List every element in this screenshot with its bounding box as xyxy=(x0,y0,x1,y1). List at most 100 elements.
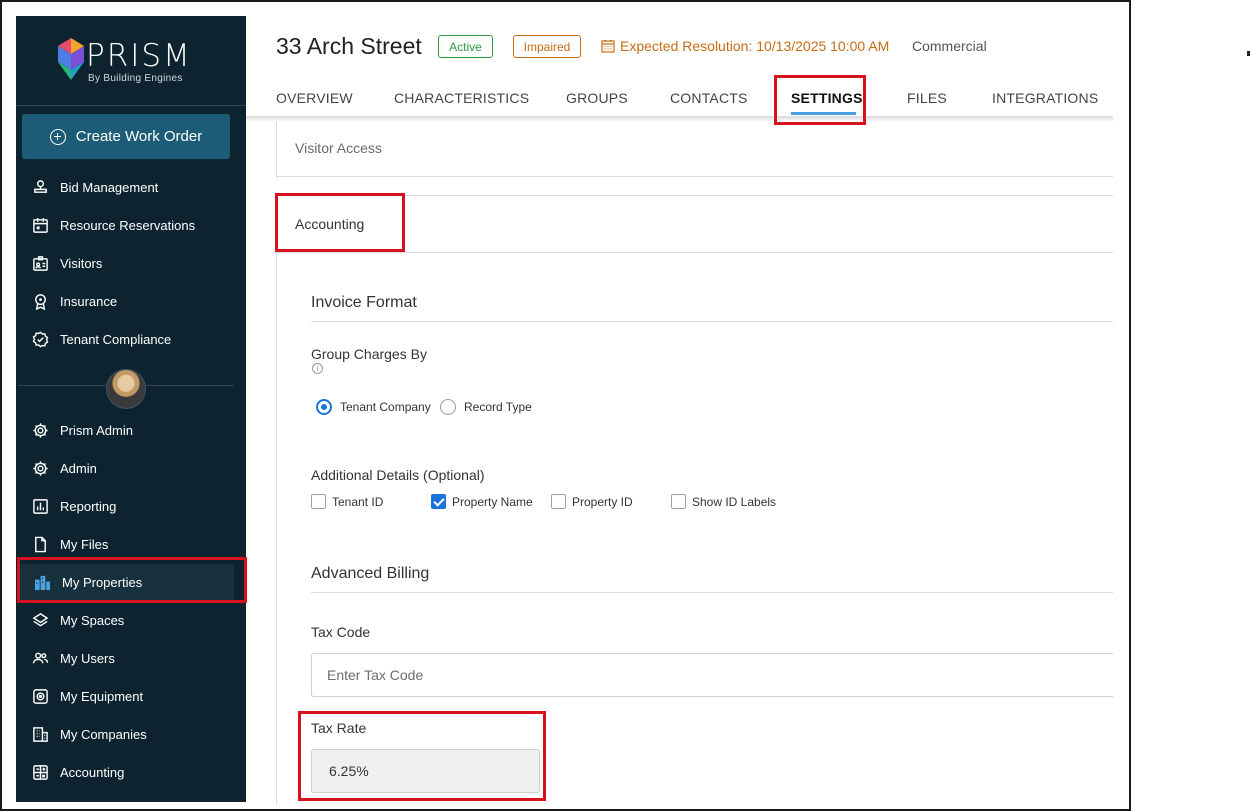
user-avatar[interactable] xyxy=(106,369,146,409)
sidebar-item-tenant-compliance[interactable]: Tenant Compliance xyxy=(16,321,246,357)
checkbox-label: Property Name xyxy=(452,495,533,509)
expected-resolution-text: Expected Resolution: 10/13/2025 10:00 AM xyxy=(620,38,890,54)
sidebar-item-label: Tenant Compliance xyxy=(60,331,172,347)
checkbox-property-name[interactable] xyxy=(431,494,446,509)
sidebar-item-label: Admin xyxy=(60,460,97,476)
sidebar-item-label: My Files xyxy=(60,536,109,552)
tab-settings[interactable]: SETTINGS xyxy=(791,90,863,106)
tax-code-label: Tax Code xyxy=(311,624,371,640)
radio-tenant-company[interactable] xyxy=(316,399,332,415)
create-work-order-button[interactable]: Create Work Order xyxy=(22,114,230,159)
info-icon[interactable]: i xyxy=(312,363,323,374)
checkbox-tenant-id[interactable] xyxy=(311,494,326,509)
sidebar-item-label: Visitors xyxy=(60,255,103,271)
buildings-icon xyxy=(34,575,51,590)
sidebar-item-label: My Spaces xyxy=(60,612,125,628)
active-tab-indicator xyxy=(791,112,856,115)
award-icon xyxy=(35,293,46,310)
additional-details-label: Additional Details (Optional) xyxy=(311,467,485,483)
sidebar-item-label: Resource Reservations xyxy=(60,217,196,233)
tax-rate-label: Tax Rate xyxy=(311,720,367,736)
sidebar-item-label: My Properties xyxy=(62,574,143,590)
logo-wordmark: PRISM xyxy=(86,38,192,74)
sidebar-item-visitors[interactable]: Visitors xyxy=(16,245,246,281)
checkbox-label: Show ID Labels xyxy=(692,495,777,509)
sidebar-item-my-properties[interactable]: My Properties xyxy=(18,564,234,600)
tab-characteristics[interactable]: CHARACTERISTICS xyxy=(394,90,529,106)
layers-icon xyxy=(32,612,49,627)
sidebar-item-label: Insurance xyxy=(60,293,118,309)
divider xyxy=(276,176,1113,177)
calculator-icon xyxy=(33,764,48,780)
accounting-section-header[interactable]: Accounting xyxy=(295,216,364,232)
checkbox-label: Property ID xyxy=(572,495,633,509)
app-window: PRISM By Building Engines Create Work Or… xyxy=(0,0,1131,811)
equipment-icon xyxy=(33,688,48,704)
plus-circle-icon xyxy=(49,128,66,145)
sidebar-item-prism-admin[interactable]: Prism Admin xyxy=(16,412,246,448)
tab-groups[interactable]: GROUPS xyxy=(566,90,628,106)
divider xyxy=(276,195,1113,196)
stray-mark xyxy=(1247,51,1250,56)
tab-bar-shadow xyxy=(246,116,1113,122)
create-work-order-label: Create Work Order xyxy=(75,128,203,145)
logo-tagline: By Building Engines xyxy=(88,73,183,84)
sidebar-item-my-users[interactable]: My Users xyxy=(16,640,246,676)
checkbox-property-id[interactable] xyxy=(551,494,566,509)
sidebar-item-my-files[interactable]: My Files xyxy=(16,526,246,562)
sidebar-item-my-spaces[interactable]: My Spaces xyxy=(16,602,246,638)
status-badge-impaired: Impaired xyxy=(513,35,581,58)
radio-label: Record Type xyxy=(464,400,532,414)
section-border xyxy=(276,195,277,805)
checkbox-show-id-labels[interactable] xyxy=(671,494,686,509)
tab-contacts[interactable]: CONTACTS xyxy=(670,90,748,106)
radio-label: Tenant Company xyxy=(340,400,431,414)
tax-code-input[interactable] xyxy=(311,653,1113,697)
verified-icon xyxy=(32,331,49,347)
office-icon xyxy=(33,726,48,742)
id-badge-icon xyxy=(33,255,48,271)
sidebar-item-label: Reporting xyxy=(60,498,117,514)
divider xyxy=(276,252,1113,253)
sidebar-item-reporting[interactable]: Reporting xyxy=(16,488,246,524)
sidebar-item-resource-reservations[interactable]: Resource Reservations xyxy=(16,207,246,243)
sidebar-item-admin[interactable]: Admin xyxy=(16,450,246,486)
tab-overview[interactable]: OVERVIEW xyxy=(276,90,353,106)
tab-files[interactable]: FILES xyxy=(907,90,947,106)
file-icon xyxy=(35,536,46,552)
advanced-billing-heading: Advanced Billing xyxy=(311,565,430,582)
bar-chart-icon xyxy=(33,498,48,514)
sidebar-item-label: My Users xyxy=(60,650,115,666)
calendar-icon xyxy=(33,217,48,233)
expected-resolution: Expected Resolution: 10/13/2025 10:00 AM xyxy=(601,38,889,54)
invoice-format-heading: Invoice Format xyxy=(311,294,417,311)
sidebar-item-insurance[interactable]: Insurance xyxy=(16,283,246,319)
checkbox-label: Tenant ID xyxy=(332,495,384,509)
property-type: Commercial xyxy=(912,38,987,54)
sidebar-item-accounting[interactable]: Accounting xyxy=(16,754,246,790)
sidebar-item-label: Prism Admin xyxy=(60,422,133,438)
sidebar-item-my-equipment[interactable]: My Equipment xyxy=(16,678,246,714)
divider xyxy=(311,321,1113,322)
sidebar-item-label: My Companies xyxy=(60,726,147,742)
sidebar-divider xyxy=(16,105,246,106)
gear-icon xyxy=(33,422,48,438)
group-charges-label: Group Charges By xyxy=(311,346,427,362)
tax-rate-input[interactable] xyxy=(311,749,540,793)
gear-icon xyxy=(33,460,48,476)
prism-logo[interactable]: PRISM By Building Engines xyxy=(56,36,206,84)
sidebar-item-label: Bid Management xyxy=(60,179,159,195)
calendar-icon xyxy=(601,40,615,53)
sidebar-item-label: My Equipment xyxy=(60,688,144,704)
sidebar-item-bid-management[interactable]: Bid Management xyxy=(16,169,246,205)
divider xyxy=(311,592,1113,593)
stamp-icon xyxy=(34,179,47,193)
users-icon xyxy=(32,652,49,663)
sidebar-item-my-companies[interactable]: My Companies xyxy=(16,716,246,752)
radio-record-type[interactable] xyxy=(440,399,456,415)
section-border xyxy=(276,122,277,178)
page-title: 33 Arch Street xyxy=(276,33,422,59)
visitor-access-section[interactable]: Visitor Access xyxy=(295,140,382,156)
status-badge-active: Active xyxy=(438,35,493,58)
tab-integrations[interactable]: INTEGRATIONS xyxy=(992,90,1098,106)
